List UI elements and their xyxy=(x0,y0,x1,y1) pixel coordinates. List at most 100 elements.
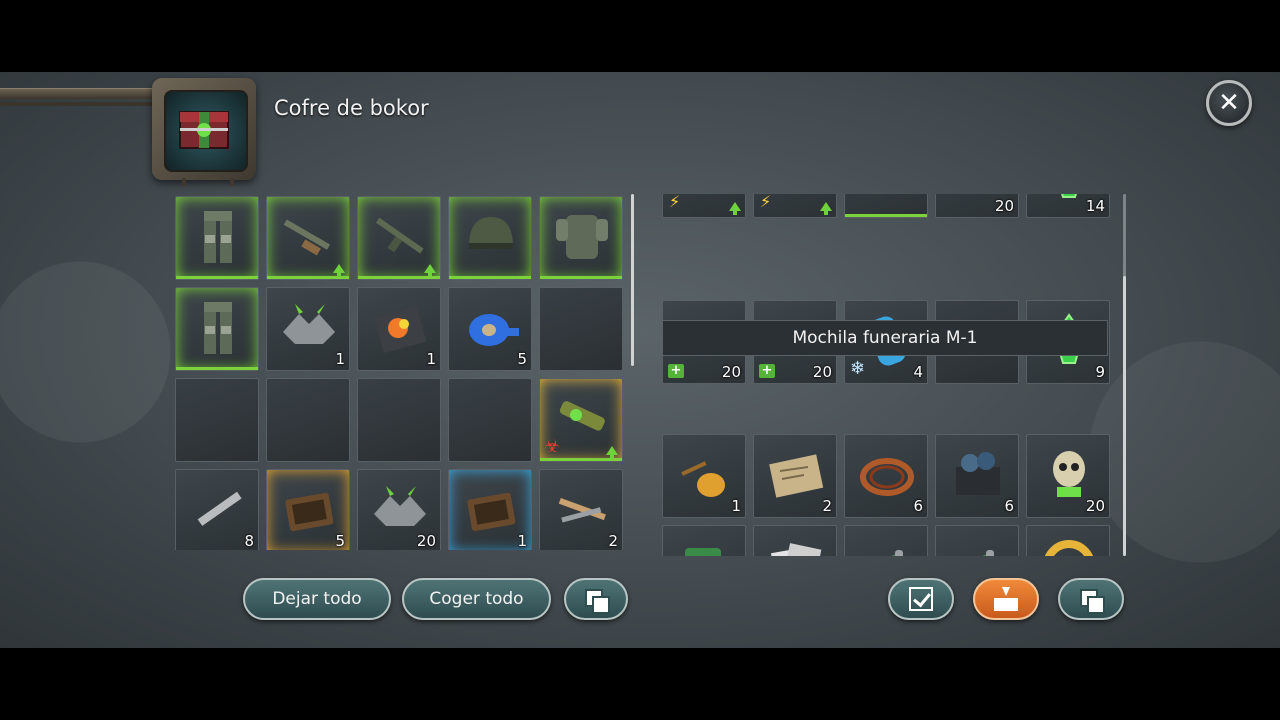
upgrade-arrow-icon xyxy=(606,446,618,459)
container-item-slot[interactable]: 2 xyxy=(539,469,623,550)
backpack-header: Mochila funeraria M-1 xyxy=(662,320,1108,356)
drop-all-button[interactable]: Dejar todo xyxy=(243,578,391,620)
inventory-item-slot[interactable]: ⚡ xyxy=(753,194,837,218)
item-count: 14 xyxy=(1085,197,1105,215)
item-count: 4 xyxy=(913,363,923,381)
backpack-item-slot[interactable]: 6 xyxy=(844,434,928,518)
stack-left-button[interactable] xyxy=(564,578,628,620)
inventory-item-slot[interactable]: ⚡ xyxy=(662,194,746,218)
player-inventory-grid[interactable]: ⚡⚡2014+20+20❄4912662017+20+320 xyxy=(660,194,1112,556)
blue-item-icon xyxy=(673,194,737,207)
orange-item-icon xyxy=(764,194,828,207)
container-item-slot[interactable] xyxy=(539,196,623,280)
container-item-empty-slot[interactable] xyxy=(175,378,259,462)
container-item-empty-slot[interactable] xyxy=(539,287,623,371)
container-item-slot[interactable]: 20 xyxy=(357,469,441,550)
burning-crate-icon xyxy=(374,306,427,354)
quality-bar xyxy=(176,276,258,279)
item-count: 2 xyxy=(822,497,832,515)
decor-pipe xyxy=(0,88,170,99)
container-item-slot[interactable]: 5 xyxy=(448,287,532,371)
container-item-slot[interactable]: 1 xyxy=(357,287,441,371)
container-item-slot[interactable] xyxy=(357,196,441,280)
backpack-item-slot[interactable]: 2 xyxy=(753,434,837,518)
blueprint-icon xyxy=(769,454,824,498)
decor-pipe-thin xyxy=(0,102,160,106)
inventory-item-slot[interactable]: 20 xyxy=(935,194,1019,218)
item-count: 9 xyxy=(1095,363,1105,381)
backpack-item-slot[interactable]: 20 xyxy=(1026,434,1110,518)
container-inventory-grid[interactable]: 1 1 5 ☣ 8 5 20 1 2 xyxy=(172,194,624,550)
container-item-empty-slot[interactable] xyxy=(266,378,350,462)
container-item-slot[interactable] xyxy=(175,287,259,371)
stack-right-button[interactable] xyxy=(1058,578,1124,620)
drop-all-label: Dejar todo xyxy=(272,589,362,609)
backpack-item-slot[interactable]: +3 xyxy=(935,525,1019,556)
item-count: 20 xyxy=(1085,497,1105,515)
container-item-empty-slot[interactable] xyxy=(357,378,441,462)
container-item-slot[interactable]: 8 xyxy=(175,469,259,550)
stack-icon xyxy=(1078,587,1105,614)
inventory-item-slot[interactable] xyxy=(844,194,928,218)
item-count: 8 xyxy=(244,532,254,550)
select-button[interactable] xyxy=(888,578,954,620)
toxic-chest-icon xyxy=(164,90,248,172)
item-count: 20 xyxy=(416,532,436,550)
oil-can-icon xyxy=(681,461,725,497)
container-item-slot[interactable]: 5 xyxy=(266,469,350,550)
backpack-item-slot[interactable]: 7 xyxy=(753,525,837,556)
quality-bar xyxy=(176,367,258,370)
container-item-slot[interactable] xyxy=(266,196,350,280)
container-item-empty-slot[interactable] xyxy=(448,378,532,462)
medkit-badge-icon: + xyxy=(668,364,684,378)
documents-icon xyxy=(770,543,822,556)
container-item-slot[interactable] xyxy=(175,196,259,280)
energy-bolt-icon: ⚡ xyxy=(760,194,772,211)
upgrade-arrow-icon xyxy=(729,202,741,215)
medkit-gun-icon xyxy=(864,550,904,556)
container-item-slot[interactable]: 1 xyxy=(266,287,350,371)
upgrade-arrow-icon xyxy=(820,202,832,215)
green-canister-icon xyxy=(685,548,721,556)
backpack-item-slot[interactable]: +20 xyxy=(844,525,928,556)
medkit-gun-icon xyxy=(955,550,995,556)
backpack-item-slot[interactable]: 6 xyxy=(935,434,1019,518)
chest-portrait xyxy=(152,78,256,186)
container-item-slot[interactable]: ☣ xyxy=(539,378,623,462)
take-all-label: Coger todo xyxy=(429,589,524,609)
item-count: 1 xyxy=(335,350,345,368)
item-count: 1 xyxy=(731,497,741,515)
item-count: 20 xyxy=(994,197,1014,215)
stack-icon xyxy=(583,587,610,614)
container-item-slot[interactable]: 1 xyxy=(448,469,532,550)
left-scrollbar[interactable] xyxy=(631,194,634,366)
game-screen: Cofre de bokor ✕ 1 1 5 ☣ 8 5 20 1 2 ⚡ ⚡ 20 14 +20 +20… xyxy=(0,72,1280,648)
container-title: Cofre de bokor xyxy=(274,96,429,120)
armored-pants-icon xyxy=(204,302,232,354)
quality-bar xyxy=(449,276,531,279)
body-armor-icon xyxy=(556,215,608,259)
upgrade-arrow-icon xyxy=(424,264,436,277)
snowflake-icon: ❄ xyxy=(850,358,866,379)
close-button[interactable]: ✕ xyxy=(1206,80,1252,126)
wooden-case-icon xyxy=(285,492,334,532)
backpack-item-slot[interactable]: 1 xyxy=(662,525,746,556)
medkit-badge-icon: + xyxy=(759,364,775,378)
item-count: 2 xyxy=(608,532,618,550)
container-item-slot[interactable] xyxy=(448,196,532,280)
file-tool-icon xyxy=(197,491,242,526)
item-count: 1 xyxy=(517,532,527,550)
item-count: 5 xyxy=(335,532,345,550)
inventory-item-slot[interactable]: 14 xyxy=(1026,194,1110,218)
take-all-button[interactable]: Coger todo xyxy=(402,578,551,620)
wooden-case-icon xyxy=(467,492,516,532)
right-scrollbar-thumb[interactable] xyxy=(1123,276,1126,556)
close-icon: ✕ xyxy=(1218,88,1240,118)
item-count: 20 xyxy=(812,363,832,381)
portrait-stand xyxy=(182,178,234,186)
quality-bar xyxy=(845,214,927,217)
backpack-item-slot[interactable]: 20 xyxy=(1026,525,1110,556)
take-into-box-button[interactable] xyxy=(973,578,1039,620)
backpack-title: Mochila funeraria M-1 xyxy=(792,328,978,348)
backpack-item-slot[interactable]: 1 xyxy=(662,434,746,518)
